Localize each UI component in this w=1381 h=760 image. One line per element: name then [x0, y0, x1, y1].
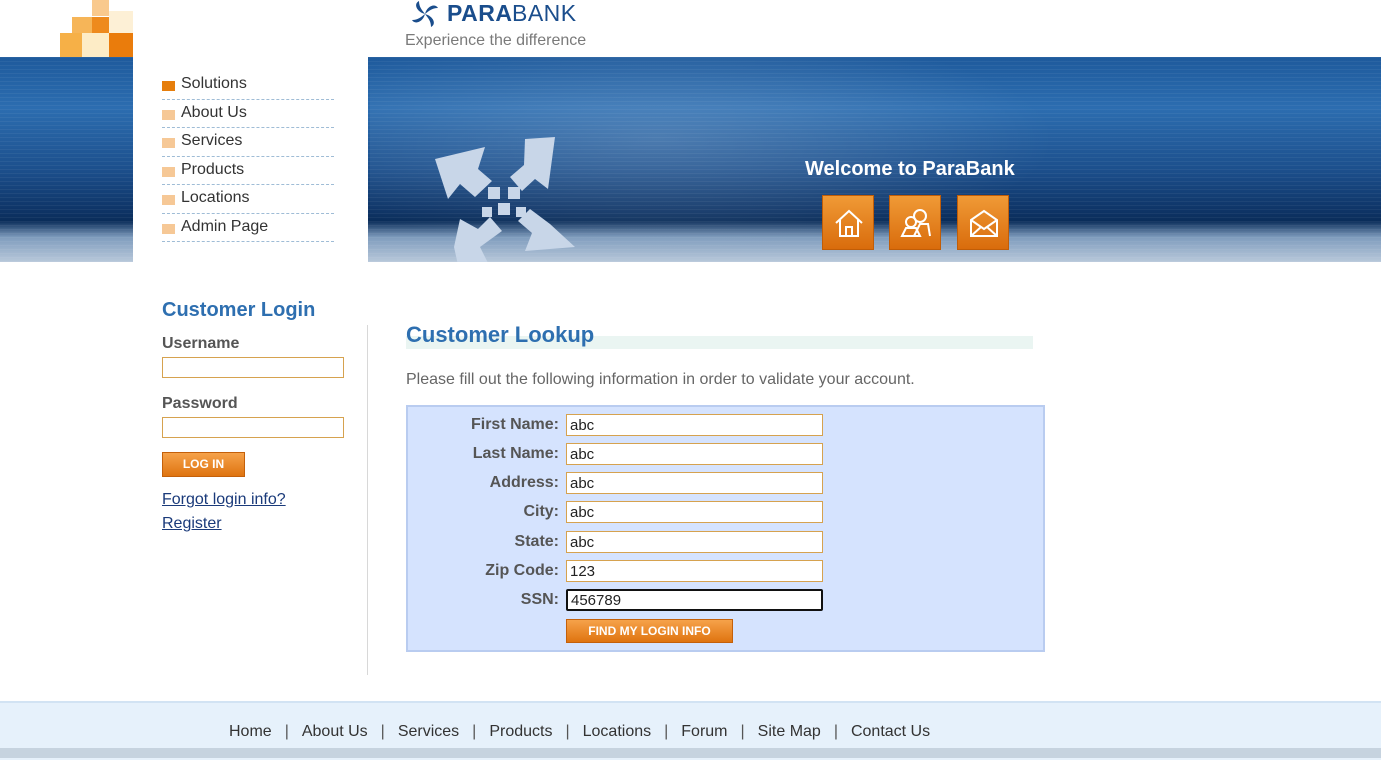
footer-separator: | — [380, 723, 385, 740]
column-divider — [367, 325, 368, 675]
find-login-info-button[interactable]: FIND MY LOGIN INFO — [566, 619, 733, 643]
bullet-icon — [162, 81, 175, 91]
nav-item-services[interactable]: Services — [162, 128, 334, 157]
ssn-input[interactable] — [566, 589, 823, 611]
nav-link[interactable]: Admin Page — [181, 218, 268, 236]
state-input[interactable] — [566, 531, 823, 553]
nav-item-locations[interactable]: Locations — [162, 185, 334, 214]
nav-item-products[interactable]: Products — [162, 157, 334, 185]
nav-link[interactable]: Services — [181, 132, 242, 150]
nav-item-admin-page[interactable]: Admin Page — [162, 214, 334, 242]
login-button[interactable]: LOG IN — [162, 452, 245, 477]
footer-link-locations[interactable]: Locations — [583, 723, 652, 740]
envelope-icon — [970, 209, 998, 237]
footer-link-services[interactable]: Services — [398, 723, 459, 740]
footer-link-products[interactable]: Products — [489, 723, 552, 740]
footer-separator: | — [284, 723, 289, 740]
last-name-input[interactable] — [566, 443, 823, 465]
state-label: State: — [514, 533, 559, 550]
nav-link[interactable]: Products — [181, 161, 244, 179]
welcome-heading: Welcome to ParaBank — [805, 158, 1015, 180]
username-label: Username — [162, 335, 240, 352]
forgot-login-link[interactable]: Forgot login info? — [162, 491, 286, 509]
nav-item-about-us[interactable]: About Us — [162, 100, 334, 128]
address-label: Address: — [489, 474, 559, 491]
footer-link-forum[interactable]: Forum — [681, 723, 727, 740]
footer-separator: | — [664, 723, 669, 740]
lookup-instructions: Please fill out the following informatio… — [406, 371, 915, 388]
bullet-icon — [162, 138, 175, 148]
bullet-icon — [162, 109, 175, 120]
home-tile-button[interactable] — [822, 195, 874, 250]
nav-link[interactable]: Solutions — [181, 75, 247, 93]
footer-link-contact-us[interactable]: Contact Us — [851, 723, 930, 740]
home-icon — [835, 209, 863, 237]
tagline: Experience the difference — [405, 32, 587, 49]
parabank-logo-icon — [412, 1, 438, 27]
first-name-label: First Name: — [470, 416, 559, 433]
ssn-label: SSN: — [520, 591, 559, 608]
password-label: Password — [162, 395, 238, 412]
footer-links: Home | About Us | Services | Products | Location… — [229, 723, 930, 741]
solutions-nav: Solutions About Us Services Products Loc… — [162, 71, 334, 242]
banner-arrows-graphic — [435, 137, 575, 262]
brand-name-bold: PARA — [447, 0, 513, 26]
nav-link[interactable]: Locations — [181, 189, 250, 207]
nav-link[interactable]: About Us — [181, 104, 247, 122]
footer-separator: | — [833, 723, 838, 740]
brand-name-light: BANK — [512, 0, 577, 26]
contact-tile-button[interactable] — [957, 195, 1009, 250]
footer-link-about-us[interactable]: About Us — [302, 723, 368, 740]
first-name-input[interactable] — [566, 414, 823, 436]
bullet-icon — [162, 166, 175, 177]
footer-separator: | — [740, 723, 745, 740]
footer-link-home[interactable]: Home — [229, 723, 272, 740]
logo-squares — [60, 0, 134, 57]
city-label: City: — [523, 503, 559, 520]
bullet-icon — [162, 223, 175, 234]
footer-link-site-map[interactable]: Site Map — [758, 723, 821, 740]
zip-code-label: Zip Code: — [485, 562, 559, 579]
city-input[interactable] — [566, 501, 823, 523]
username-input[interactable] — [162, 357, 344, 378]
address-input[interactable] — [566, 472, 823, 494]
footer-separator: | — [565, 723, 570, 740]
customer-lookup-title: Customer Lookup — [406, 322, 595, 347]
footer-separator: | — [472, 723, 477, 740]
about-tile-button[interactable] — [889, 195, 941, 250]
nav-item-solutions[interactable]: Solutions — [162, 71, 334, 100]
bullet-icon — [162, 195, 175, 205]
customer-login-title: Customer Login — [162, 299, 316, 321]
password-input[interactable] — [162, 417, 344, 438]
register-link[interactable]: Register — [162, 515, 222, 533]
last-name-label: Last Name: — [472, 445, 559, 462]
people-icon — [900, 209, 931, 237]
footer-bottom-bar — [0, 748, 1381, 758]
zip-code-input[interactable] — [566, 560, 823, 582]
